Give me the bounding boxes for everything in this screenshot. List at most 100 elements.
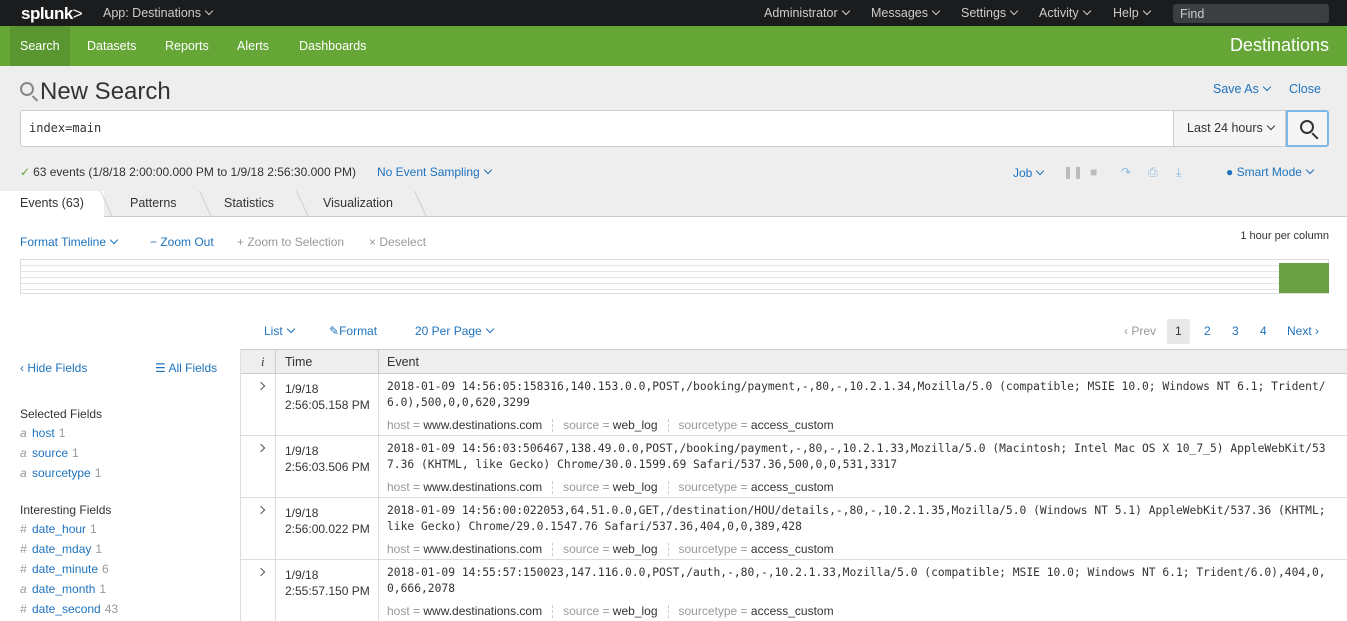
event-meta: host = www.destinations.com source = web_…: [387, 418, 834, 433]
chevron-down-icon: [1266, 121, 1275, 131]
search-query-input[interactable]: index=main: [20, 110, 1174, 147]
field-item[interactable]: a sourcetype 1: [20, 466, 101, 480]
event-time[interactable]: 1/9/18 2:56:03.506 PM: [285, 443, 370, 475]
meta-host[interactable]: www.destinations.com: [423, 418, 542, 432]
event-raw[interactable]: 2018-01-09 14:56:00:022053,64.51.0.0,GET…: [387, 503, 1332, 535]
timeline-scale: 1 hour per column: [1240, 230, 1329, 242]
event-meta: host = www.destinations.com source = web_…: [387, 604, 834, 619]
page-2[interactable]: 2: [1196, 319, 1219, 344]
appnav-datasets[interactable]: Datasets: [77, 26, 146, 66]
find-input[interactable]: Find: [1173, 4, 1329, 23]
format-menu[interactable]: ✎Format: [329, 324, 377, 338]
field-item[interactable]: a date_month 1: [20, 582, 106, 596]
event-raw[interactable]: 2018-01-09 14:55:57:150023,147.116.0.0,P…: [387, 565, 1332, 597]
search-icon: [1300, 120, 1314, 134]
pause-icon[interactable]: ❚❚: [1063, 165, 1083, 179]
meta-host[interactable]: www.destinations.com: [423, 604, 542, 618]
event-row: 1/9/18 2:56:00.022 PM 2018-01-09 14:56:00…: [241, 498, 1347, 560]
timeline-chart[interactable]: [20, 259, 1329, 294]
list-view-menu[interactable]: List: [264, 324, 295, 338]
zoom-to-selection-button[interactable]: + Zoom to Selection: [237, 235, 344, 249]
chevron-down-icon: [931, 6, 941, 16]
job-menu[interactable]: Job: [1013, 166, 1045, 180]
format-timeline-menu[interactable]: Format Timeline: [20, 235, 119, 249]
event-raw[interactable]: 2018-01-09 14:56:05:158316,140.153.0.0,P…: [387, 379, 1332, 411]
page-4[interactable]: 4: [1252, 319, 1275, 344]
export-icon[interactable]: ⤓: [1176, 165, 1181, 180]
column-divider: [275, 374, 276, 436]
next-page[interactable]: Next ›: [1279, 319, 1327, 344]
time-column-header[interactable]: Time: [285, 355, 312, 369]
meta-source[interactable]: web_log: [613, 418, 658, 432]
print-icon[interactable]: ⎙: [1148, 165, 1158, 180]
meta-sourcetype[interactable]: access_custom: [751, 604, 834, 618]
prev-page[interactable]: ‹ Prev: [1116, 319, 1164, 344]
time-range-picker[interactable]: Last 24 hours: [1173, 110, 1286, 147]
event-sampling-menu[interactable]: No Event Sampling: [377, 165, 492, 179]
appnav-alerts[interactable]: Alerts: [227, 26, 279, 66]
event-column-header: Event: [387, 355, 419, 369]
field-item[interactable]: # date_mday 1: [20, 542, 102, 556]
appnav-search[interactable]: Search: [10, 26, 70, 66]
meta-host[interactable]: www.destinations.com: [423, 542, 542, 556]
share-icon[interactable]: ↷: [1121, 165, 1131, 179]
search-mode-menu[interactable]: ● Smart Mode: [1226, 165, 1315, 179]
page-1[interactable]: 1: [1167, 319, 1190, 344]
nav-messages[interactable]: Messages: [871, 6, 941, 20]
close-link[interactable]: Close: [1289, 82, 1321, 96]
timeline-bar[interactable]: [1279, 263, 1329, 293]
expand-chevron-icon[interactable]: [256, 567, 266, 577]
meta-sourcetype[interactable]: access_custom: [751, 542, 834, 556]
nav-settings[interactable]: Settings: [961, 6, 1019, 20]
list-icon: ☰: [155, 361, 166, 375]
meta-source[interactable]: web_log: [613, 604, 658, 618]
field-item[interactable]: # date_second 43: [20, 602, 118, 616]
nav-administrator[interactable]: Administrator: [764, 6, 850, 20]
search-button[interactable]: [1286, 110, 1329, 147]
chevron-down-icon: [1262, 82, 1272, 92]
event-time[interactable]: 1/9/18 2:55:57.150 PM: [285, 567, 370, 599]
save-as-menu[interactable]: Save As: [1213, 82, 1272, 96]
per-page-menu[interactable]: 20 Per Page: [415, 324, 494, 338]
hide-fields-link[interactable]: ‹ Hide Fields: [20, 361, 87, 375]
tab-events[interactable]: Events (63): [0, 191, 104, 218]
meta-sourcetype[interactable]: access_custom: [751, 418, 834, 432]
tab-divider: [413, 191, 428, 217]
field-item[interactable]: a host 1: [20, 426, 65, 440]
field-item[interactable]: # date_hour 1: [20, 522, 97, 536]
field-item[interactable]: a source 1: [20, 446, 79, 460]
meta-host[interactable]: www.destinations.com: [423, 480, 542, 494]
field-item[interactable]: # date_minute 6: [20, 562, 109, 576]
page-3[interactable]: 3: [1224, 319, 1247, 344]
fields-sidebar: [0, 349, 241, 621]
deselect-button[interactable]: × Deselect: [369, 235, 426, 249]
event-time[interactable]: 1/9/18 2:56:05.158 PM: [285, 381, 370, 413]
check-icon: ✓: [20, 165, 31, 179]
expand-chevron-icon[interactable]: [256, 505, 266, 515]
splunk-logo[interactable]: splunk>: [21, 4, 83, 24]
zoom-out-button[interactable]: − Zoom Out: [150, 235, 214, 249]
page-title: New Search: [20, 78, 171, 106]
appnav-reports[interactable]: Reports: [155, 26, 219, 66]
expand-chevron-icon[interactable]: [256, 443, 266, 453]
expand-chevron-icon[interactable]: [256, 381, 266, 391]
nav-activity[interactable]: Activity: [1039, 6, 1091, 20]
meta-source[interactable]: web_log: [613, 542, 658, 556]
pencil-icon: ✎: [329, 324, 340, 338]
selected-fields-heading: Selected Fields: [20, 407, 103, 421]
chevron-down-icon: [485, 324, 494, 334]
app-title: Destinations: [1229, 35, 1329, 55]
all-fields-link[interactable]: ☰ All Fields: [155, 361, 217, 375]
column-divider: [275, 436, 276, 498]
tab-visualization[interactable]: Visualization: [303, 191, 413, 217]
appnav-dashboards[interactable]: Dashboards: [289, 26, 376, 66]
meta-source[interactable]: web_log: [613, 480, 658, 494]
meta-sourcetype[interactable]: access_custom: [751, 480, 834, 494]
event-time[interactable]: 1/9/18 2:56:00.022 PM: [285, 505, 370, 537]
event-raw[interactable]: 2018-01-09 14:56:03:506467,138.49.0.0,PO…: [387, 441, 1332, 473]
tab-patterns[interactable]: Patterns: [110, 191, 197, 217]
stop-icon[interactable]: ■: [1090, 165, 1097, 179]
app-menu[interactable]: App: Destinations: [103, 6, 214, 20]
nav-help[interactable]: Help: [1113, 6, 1151, 20]
tab-statistics[interactable]: Statistics: [204, 191, 294, 217]
